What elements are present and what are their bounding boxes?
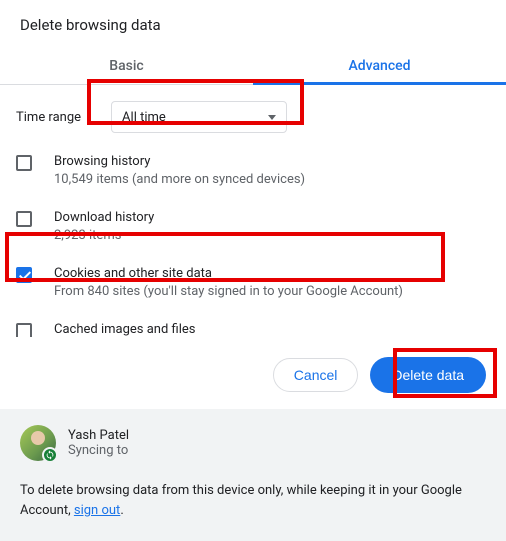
list-item: Browsing history 10,549 items (and more … — [0, 143, 506, 199]
button-row: Cancel Delete data — [0, 337, 506, 409]
footer: Yash Patel Syncing to To delete browsing… — [0, 409, 506, 541]
item-title: Cookies and other site data — [54, 265, 403, 283]
time-range-label: Time range — [16, 110, 81, 125]
time-range-row: Time range All time — [0, 85, 506, 143]
delete-data-button[interactable]: Delete data — [370, 357, 486, 393]
checkbox-cached-images[interactable] — [16, 323, 32, 337]
item-title: Browsing history — [54, 153, 305, 171]
tab-advanced[interactable]: Advanced — [253, 46, 506, 84]
cancel-button[interactable]: Cancel — [273, 358, 359, 392]
item-title: Download history — [54, 209, 154, 227]
user-sync-status: Syncing to — [68, 443, 129, 458]
user-row: Yash Patel Syncing to — [20, 425, 486, 461]
checkbox-download-history[interactable] — [16, 211, 32, 227]
sign-out-link[interactable]: sign out — [74, 503, 120, 518]
list-item: Download history 2,923 items — [0, 199, 506, 255]
tabs: Basic Advanced — [0, 46, 506, 85]
checkbox-cookies[interactable] — [16, 267, 32, 283]
avatar — [20, 425, 56, 461]
list-item: Cookies and other site data From 840 sit… — [0, 255, 506, 311]
data-list-scroll[interactable]: Time range All time Browsing history 10,… — [0, 85, 506, 337]
delete-browsing-data-dialog: Delete browsing data Basic Advanced Time… — [0, 0, 506, 541]
chevron-down-icon — [268, 115, 276, 120]
item-subtitle: From 840 sites (you'll stay signed in to… — [54, 283, 403, 301]
footer-note: To delete browsing data from this device… — [20, 481, 486, 521]
footer-note-suffix: . — [120, 503, 123, 518]
item-title: Cached images and files — [54, 321, 195, 337]
time-range-dropdown[interactable]: All time — [111, 101, 287, 133]
item-subtitle: 10,549 items (and more on synced devices… — [54, 171, 305, 189]
checkbox-browsing-history[interactable] — [16, 155, 32, 171]
tab-basic[interactable]: Basic — [0, 46, 253, 84]
sync-badge-icon — [42, 447, 58, 463]
dialog-title: Delete browsing data — [0, 0, 506, 46]
item-subtitle: 2,923 items — [54, 227, 154, 245]
list-item: Cached images and files 319 MB — [0, 311, 506, 337]
user-name: Yash Patel — [68, 428, 129, 443]
time-range-value: All time — [122, 110, 166, 125]
